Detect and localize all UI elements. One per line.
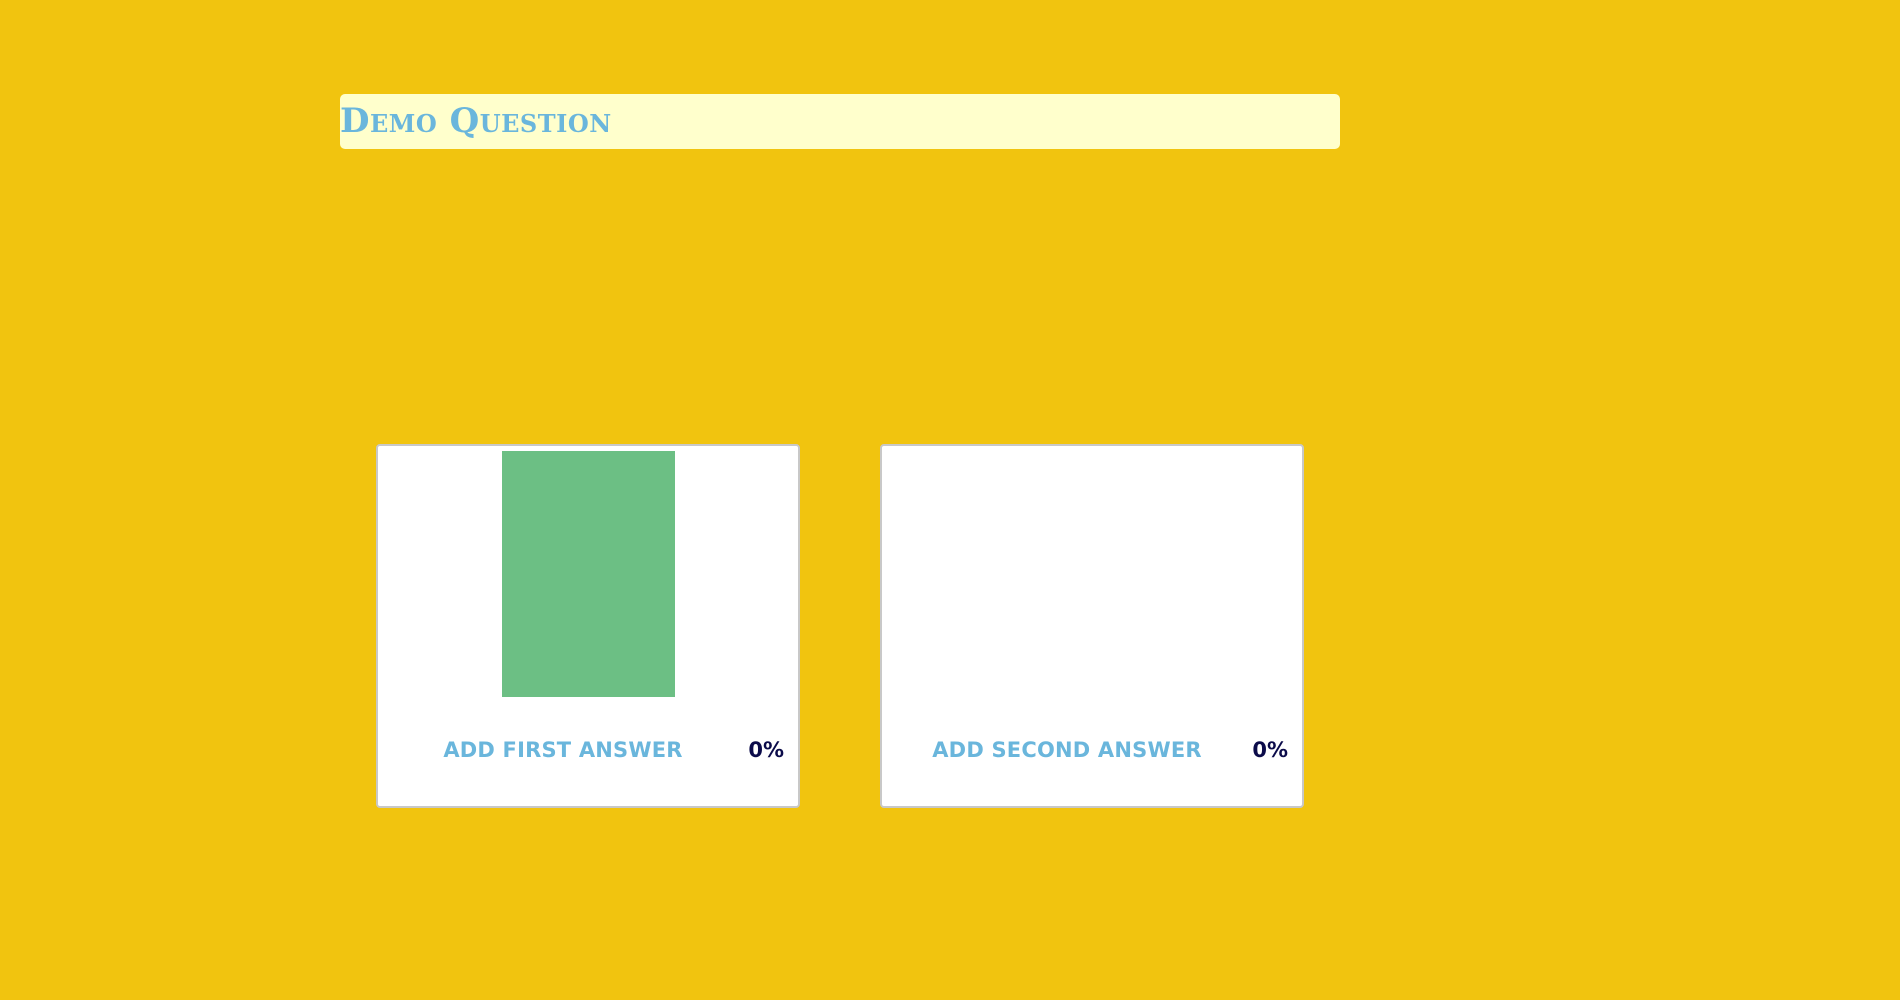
answer-label-second[interactable]: Add second answer	[882, 738, 1252, 762]
poll-page: { "question": { "title": "Demo Question"…	[0, 0, 1900, 1000]
vote-bar-area	[882, 451, 1302, 697]
answer-card-first[interactable]: Add first answer 0%	[376, 444, 800, 808]
answer-percent-second: 0%	[1252, 738, 1288, 762]
answer-percent-first: 0%	[748, 738, 784, 762]
question-title-input[interactable]: Demo Question	[340, 94, 1340, 149]
vote-bar-first	[502, 451, 675, 697]
question-bar[interactable]: Demo Question	[340, 94, 1340, 149]
answer-label-first[interactable]: Add first answer	[378, 738, 748, 762]
vote-bar-area	[378, 451, 798, 697]
answer-card-second[interactable]: Add second answer 0%	[880, 444, 1304, 808]
